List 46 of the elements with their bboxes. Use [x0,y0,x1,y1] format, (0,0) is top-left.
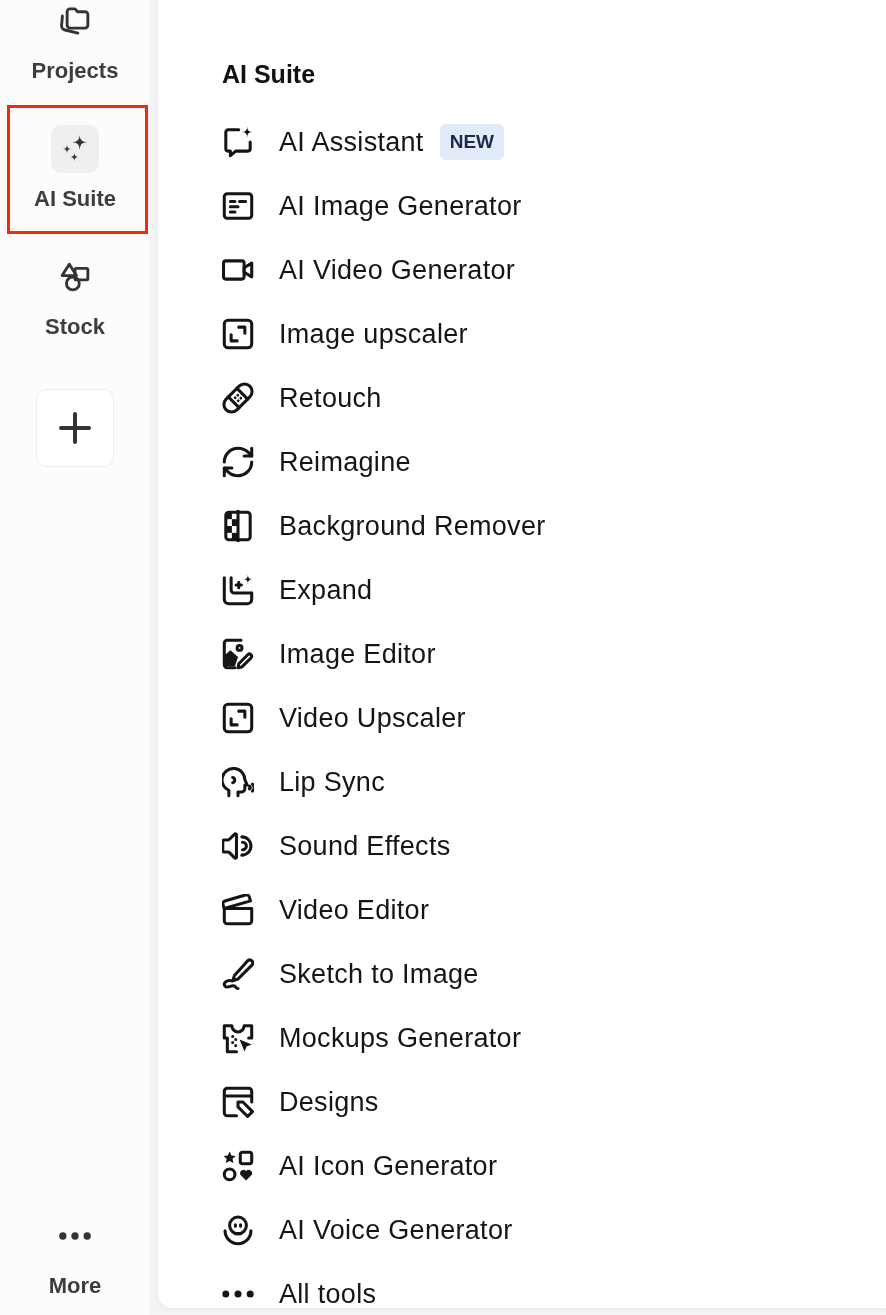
sidebar-nav-item[interactable]: Stock [45,253,105,341]
refresh-icon [222,446,254,478]
image-pencil-icon [222,638,254,670]
tool-menu-item[interactable]: Video Editor [222,878,430,942]
sidebar-nav-item[interactable]: Projects [31,0,119,85]
tool-menu-item[interactable]: Lip Sync [222,750,385,814]
tool-menu-item[interactable]: Sound Effects [222,814,451,878]
plus-icon [59,412,91,444]
frame-sparkle-icon [222,574,254,606]
chat-sparkle-icon [222,126,254,158]
shapes-icon [222,1150,254,1182]
panel-title: AI Suite [222,59,317,89]
tool-menu-item[interactable]: Retouch [222,366,382,430]
speaker-icon [222,830,254,862]
tool-menu-item[interactable]: AI Icon Generator [222,1134,498,1198]
new-badge: NEW [439,124,504,160]
shirt-cursor-icon [222,1022,254,1054]
card-lines-icon [222,190,254,222]
split-square-icon [222,510,254,542]
tool-menu-item[interactable]: All tools [222,1262,377,1315]
tool-menu-item[interactable]: AI Assistant NEW [222,110,504,174]
tool-menu-item[interactable]: Mockups Generator [222,1006,522,1070]
head-sound-icon [222,766,254,798]
tool-menu-item[interactable]: Image upscaler [222,302,468,366]
tool-menu-item[interactable]: AI Video Generator [222,238,516,302]
tool-menu-item[interactable]: Reimagine [222,430,411,494]
tool-menu-item[interactable]: Background Remover [222,494,546,558]
more-icon [222,1290,254,1298]
bandage-icon [222,382,254,414]
expand-square-icon [222,318,254,350]
face-cradle-icon [222,1214,254,1246]
tool-menu-item[interactable]: Video Upscaler [222,686,466,750]
pencil-squiggle-icon [222,958,254,990]
tool-menu-item[interactable]: Sketch to Image [222,942,479,1006]
more-button[interactable]: More [48,1212,102,1300]
more-icon [59,1232,91,1240]
tool-menu-item[interactable]: Designs [222,1070,379,1134]
sidebar-nav-item[interactable]: AI Suite [34,125,116,213]
clapperboard-icon [222,894,254,926]
add-button[interactable] [36,389,114,467]
window-pencil-icon [222,1086,254,1118]
tool-menu-item[interactable]: AI Voice Generator [222,1198,513,1262]
tool-menu-item[interactable]: Image Editor [222,622,436,686]
tool-menu-item[interactable]: Expand [222,558,373,622]
expand-square-icon [222,702,254,734]
tool-menu-item[interactable]: AI Image Generator [222,174,522,238]
